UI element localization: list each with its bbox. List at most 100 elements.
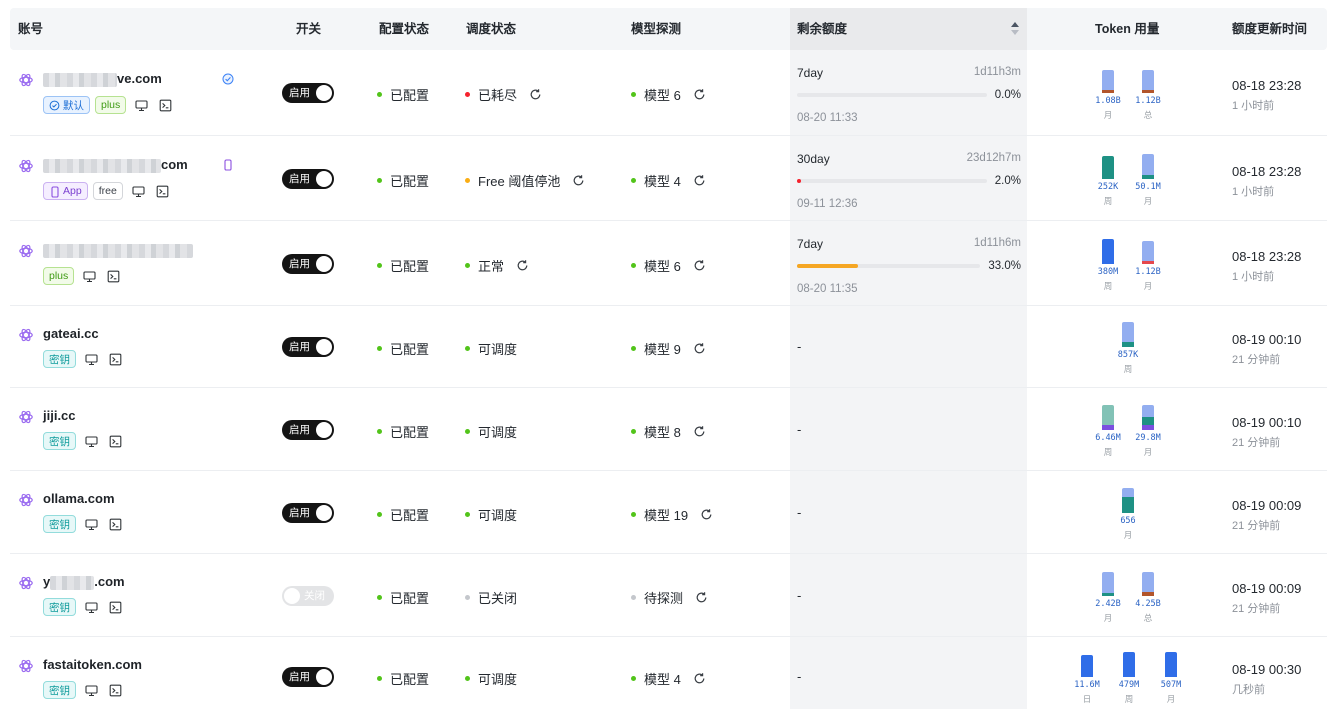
monitor-icon[interactable] (85, 518, 98, 531)
config-status-text: 已配置 (390, 672, 430, 687)
usage-period: 周 (1103, 281, 1113, 291)
tag-label: plus (101, 99, 121, 111)
account-tags: plus (43, 267, 120, 285)
quota-percent: 2.0% (994, 175, 1021, 187)
account-name[interactable]: y .com (43, 574, 125, 590)
refresh-icon[interactable] (529, 88, 542, 101)
terminal-icon[interactable] (107, 270, 120, 283)
usage-bar (1122, 322, 1134, 347)
quota-updated: 08-19 00:09 21 分钟前 (1232, 498, 1301, 533)
sort-icon[interactable] (1011, 22, 1019, 36)
terminal-icon[interactable] (109, 601, 122, 614)
refresh-icon[interactable] (516, 259, 529, 272)
enable-toggle[interactable]: 启用 (282, 169, 334, 189)
config-status-text: 已配置 (390, 591, 430, 606)
refresh-icon[interactable] (693, 174, 706, 187)
toggle-label: 关闭 (304, 590, 325, 602)
status-dot (377, 346, 382, 351)
refresh-icon[interactable] (693, 259, 706, 272)
account-name[interactable]: fastaitoken.com (43, 657, 142, 672)
status-dot (465, 346, 470, 351)
refresh-icon[interactable] (693, 88, 706, 101)
table-row[interactable]: jiji.cc 密钥 启用 已配置 可调度 模型 8-6.46M 周 29.8M 月 08-19 … (10, 388, 1327, 471)
monitor-icon[interactable] (85, 601, 98, 614)
model-probe: 模型 9 (631, 339, 706, 358)
table-row[interactable]: gateai.cc 密钥 启用 已配置 可调度 模型 9 - 857K 周 08-19 00:10… (10, 306, 1327, 388)
usage-bar-segment (1122, 322, 1134, 343)
model-probe: 模型 6 (631, 85, 706, 104)
enable-toggle[interactable]: 关闭 (282, 586, 334, 606)
enable-toggle[interactable]: 启用 (282, 420, 334, 440)
openai-icon (18, 492, 34, 508)
refresh-icon[interactable] (695, 591, 708, 604)
config-status: 已配置 (377, 171, 429, 190)
refresh-icon[interactable] (693, 425, 706, 438)
quota-bar-fill (797, 264, 858, 268)
account-tags: App free (43, 182, 169, 200)
quota-top: 7day 1d11h6m (797, 237, 1021, 251)
account-name[interactable]: ve.com (43, 71, 162, 87)
monitor-icon[interactable] (85, 684, 98, 697)
refresh-icon[interactable] (693, 672, 706, 685)
table-row[interactable]: com App free 启用 已配置 Free 阈值停池 模型 4 30day 23d12h7… (10, 136, 1327, 221)
account-name[interactable]: com (43, 157, 188, 173)
enable-toggle[interactable]: 启用 (282, 667, 334, 687)
usage-group: 479M 周 (1109, 651, 1149, 709)
monitor-icon[interactable] (132, 185, 145, 198)
check-badge-icon (222, 73, 234, 85)
quota-updated: 08-19 00:30 几秒前 (1232, 662, 1301, 697)
terminal-icon[interactable] (109, 353, 122, 366)
terminal-icon[interactable] (109, 518, 122, 531)
status-dot (631, 595, 636, 600)
account-name[interactable]: gateai.cc (43, 326, 99, 341)
monitor-icon[interactable] (83, 270, 96, 283)
account-name[interactable] (43, 242, 193, 258)
refresh-icon[interactable] (700, 508, 713, 521)
table-row[interactable]: ollama.com 密钥 启用 已配置 可调度 模型 19 - 656 月 08-19 00:0… (10, 471, 1327, 554)
quota-remaining: 1d11h3m (973, 66, 1021, 78)
schedule-status-text: 可调度 (478, 425, 518, 440)
header-updated: 额度更新时间 (1232, 22, 1308, 36)
token-usage: 1.08B 月 1.12B 总 (1037, 67, 1217, 133)
enable-toggle[interactable]: 启用 (282, 503, 334, 523)
account-tags: 密钥 (43, 681, 122, 699)
terminal-icon[interactable] (156, 185, 169, 198)
quota-empty: - (797, 505, 802, 520)
updated-time: 08-18 23:28 (1232, 164, 1302, 179)
toggle-knob (316, 669, 332, 685)
terminal-icon[interactable] (109, 435, 122, 448)
enable-toggle[interactable]: 启用 (282, 337, 334, 357)
table-row[interactable]: y .com 密钥 关闭 已配置 已关闭 待探测 -2.42B 月 4.25B 总 08-19 00:… (10, 554, 1327, 637)
account-name[interactable]: ollama.com (43, 491, 115, 506)
schedule-status: Free 阈值停池 (465, 171, 585, 190)
monitor-icon[interactable] (85, 435, 98, 448)
table-row[interactable]: plus 启用 已配置 正常 模型 6 7day 1d11h6m 33.0% 08-20 11:… (10, 221, 1327, 306)
model-probe-text: 模型 4 (644, 672, 681, 687)
refresh-icon[interactable] (693, 342, 706, 355)
phone-icon (49, 185, 60, 198)
refresh-icon[interactable] (572, 174, 585, 187)
enable-toggle[interactable]: 启用 (282, 83, 334, 103)
monitor-icon[interactable] (85, 353, 98, 366)
account-name[interactable]: jiji.cc (43, 408, 76, 423)
monitor-icon[interactable] (135, 99, 148, 112)
schedule-status-text: 可调度 (478, 672, 518, 687)
config-status: 已配置 (377, 85, 429, 104)
table-row[interactable]: fastaitoken.com 密钥 启用 已配置 可调度 模型 4 - 11.6M 日 479M… (10, 637, 1327, 709)
config-status: 已配置 (377, 422, 429, 441)
table-row[interactable]: ve.com 默认 plus 启用 已配置 已耗尽 模型 6 7day 1d11h3m 0.0% 0… (10, 50, 1327, 136)
status-dot (465, 429, 470, 434)
toggle-knob (316, 171, 332, 187)
usage-value: 1.12B (1135, 267, 1161, 277)
usage-bar-segment (1142, 241, 1154, 261)
quota-updated: 08-19 00:09 21 分钟前 (1232, 581, 1301, 616)
header-account[interactable]: 账号 (18, 8, 43, 50)
usage-bar-segment (1142, 260, 1154, 264)
header-quota[interactable]: 剩余额度 (790, 8, 1027, 50)
enable-toggle[interactable]: 启用 (282, 254, 334, 274)
terminal-icon[interactable] (159, 99, 172, 112)
updated-time: 08-19 00:30 (1232, 662, 1302, 677)
status-dot (631, 263, 636, 268)
usage-period: 周 (1123, 364, 1133, 374)
terminal-icon[interactable] (109, 684, 122, 697)
